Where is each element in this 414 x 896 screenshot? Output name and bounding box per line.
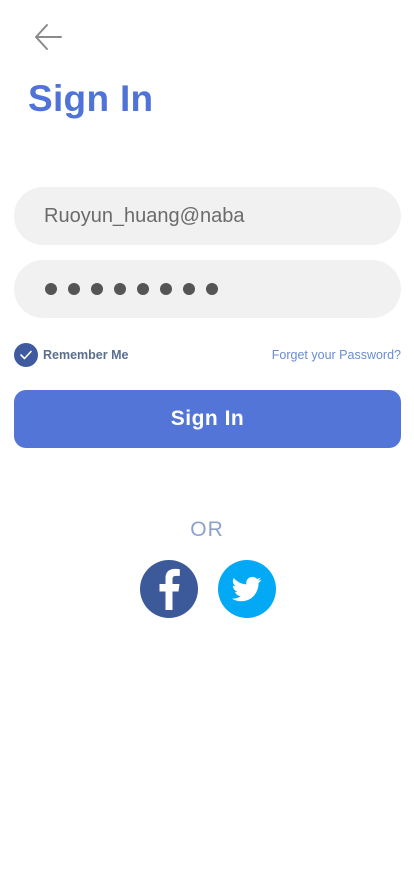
password-field[interactable] xyxy=(14,260,401,318)
remember-me-label: Remember Me xyxy=(43,348,129,362)
sign-in-button[interactable]: Sign In xyxy=(14,390,401,448)
password-mask-dot xyxy=(68,283,80,295)
twitter-icon xyxy=(231,576,262,602)
password-mask-dot xyxy=(206,283,218,295)
or-divider-label: OR xyxy=(190,518,224,541)
email-field[interactable] xyxy=(14,187,401,245)
remember-me-checkbox[interactable]: Remember Me xyxy=(14,343,128,367)
checkmark-icon xyxy=(14,343,38,367)
password-mask-dot xyxy=(183,283,195,295)
password-mask-dot xyxy=(45,283,57,295)
arrow-left-icon xyxy=(35,24,62,50)
password-mask-dot xyxy=(114,283,126,295)
facebook-login-button[interactable] xyxy=(140,560,198,618)
password-mask-dot xyxy=(160,283,172,295)
forgot-password-link[interactable]: Forget your Password? xyxy=(272,348,401,362)
page-title: Sign In xyxy=(28,78,154,119)
twitter-login-button[interactable] xyxy=(218,560,276,618)
password-mask-dot xyxy=(91,283,103,295)
password-mask-dot xyxy=(137,283,149,295)
back-button[interactable] xyxy=(30,20,66,54)
facebook-icon xyxy=(159,568,180,610)
